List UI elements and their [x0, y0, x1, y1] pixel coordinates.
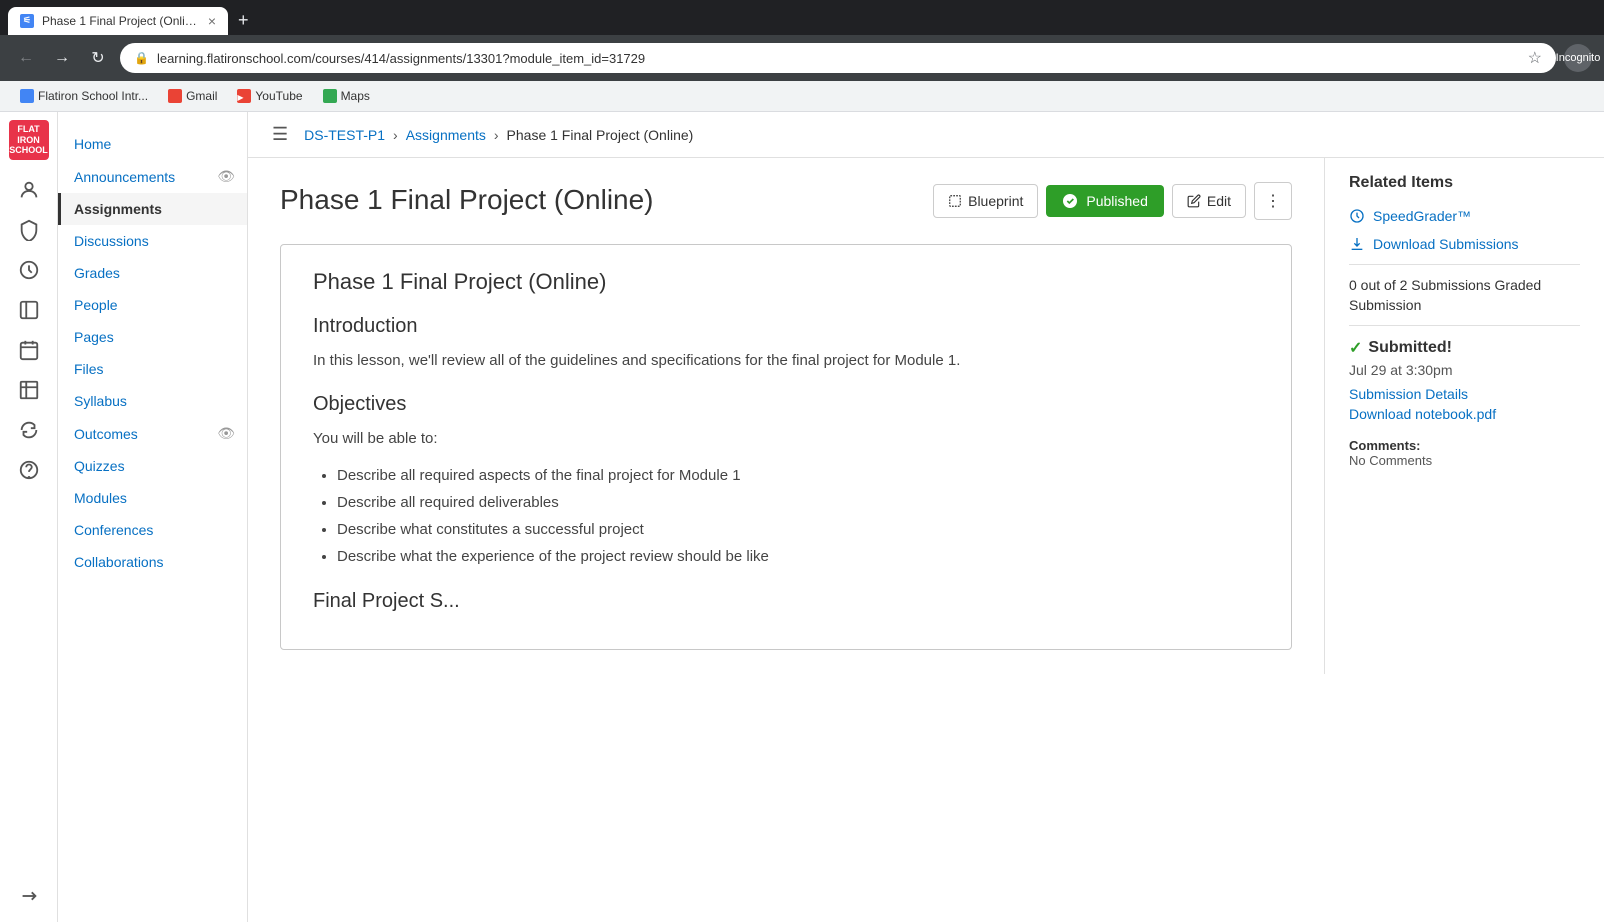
address-bar[interactable]: 🔒 learning.flatironschool.com/courses/41…	[120, 43, 1556, 73]
shield-icon-button[interactable]	[11, 212, 47, 248]
book-icon-button[interactable]	[11, 292, 47, 328]
final-section-heading: Final Project S...	[313, 590, 1259, 613]
nav-quizzes[interactable]: Quizzes	[58, 450, 247, 482]
outcomes-visibility-icon[interactable]: 👁	[217, 417, 247, 450]
bookmark-youtube[interactable]: ▶ YouTube	[229, 85, 310, 107]
blueprint-button[interactable]: Blueprint	[933, 184, 1038, 218]
sidebar-divider-2	[1349, 325, 1580, 326]
list-item: Describe all required aspects of the fin…	[337, 462, 1259, 489]
nav-outcomes-row: Outcomes 👁	[58, 417, 247, 450]
download-icon	[1349, 236, 1365, 252]
user-icon-button[interactable]	[11, 172, 47, 208]
assignment-main: Phase 1 Final Project (Online) Blueprint	[248, 158, 1324, 674]
arrow-icon-button[interactable]	[11, 878, 47, 914]
submitted-time: Jul 29 at 3:30pm	[1349, 362, 1580, 378]
more-options-button[interactable]: ⋮	[1254, 182, 1292, 220]
related-items-title: Related Items	[1349, 174, 1580, 192]
submissions-graded: 0 out of 2 Submissions Graded	[1349, 277, 1580, 293]
icon-sidebar: FLATIRONSCHOOL	[0, 112, 58, 922]
clock-icon-button[interactable]	[11, 252, 47, 288]
bookmark-favicon-flatiron	[20, 89, 34, 103]
list-item: Describe what the experience of the proj…	[337, 543, 1259, 570]
objectives-intro: You will be able to:	[313, 428, 1259, 451]
breadcrumb-current: Phase 1 Final Project (Online)	[507, 127, 694, 143]
objectives-heading: Objectives	[313, 393, 1259, 416]
right-sidebar: Related Items SpeedGrader™ Download Subm…	[1324, 158, 1604, 674]
nav-discussions[interactable]: Discussions	[58, 225, 247, 257]
published-check-icon	[1062, 193, 1078, 209]
announcements-visibility-icon[interactable]: 👁	[217, 160, 247, 193]
assignment-header: Phase 1 Final Project (Online) Blueprint	[280, 182, 1292, 220]
nav-grades[interactable]: Grades	[58, 257, 247, 289]
active-tab[interactable]: ⚟ Phase 1 Final Project (Online) ×	[8, 7, 228, 35]
bookmark-gmail[interactable]: Gmail	[160, 85, 225, 107]
submission-details-link[interactable]: Submission Details	[1349, 386, 1580, 402]
submission-label: Submission	[1349, 297, 1580, 313]
bookmark-star-icon[interactable]: ☆	[1528, 48, 1542, 68]
download-notebook-link[interactable]: Download notebook.pdf	[1349, 406, 1580, 422]
speedgrader-link[interactable]: SpeedGrader™	[1349, 208, 1580, 224]
new-tab-button[interactable]: +	[230, 6, 257, 35]
nav-outcomes[interactable]: Outcomes	[58, 418, 217, 450]
comments-none: No Comments	[1349, 453, 1580, 468]
tab-title: Phase 1 Final Project (Online)	[42, 14, 200, 28]
breadcrumb: ☰ DS-TEST-P1 › Assignments › Phase 1 Fin…	[248, 112, 1604, 158]
breadcrumb-section-link[interactable]: Assignments	[406, 127, 486, 143]
flatiron-logo[interactable]: FLATIRONSCHOOL	[9, 120, 49, 160]
nav-syllabus[interactable]: Syllabus	[58, 385, 247, 417]
nav-home[interactable]: Home	[58, 128, 247, 160]
download-submissions-link[interactable]: Download Submissions	[1349, 236, 1580, 252]
nav-conferences[interactable]: Conferences	[58, 514, 247, 546]
list-item: Describe all required deliverables	[337, 489, 1259, 516]
forward-button[interactable]: →	[48, 44, 76, 72]
bookmark-favicon-gmail	[168, 89, 182, 103]
comments-label: Comments:	[1349, 438, 1580, 453]
tab-favicon: ⚟	[20, 14, 34, 28]
chart-icon-button[interactable]	[11, 372, 47, 408]
blueprint-icon	[948, 194, 962, 208]
sidebar-divider	[1349, 264, 1580, 265]
help-icon-button[interactable]	[11, 452, 47, 488]
nav-announcements-row: Announcements 👁	[58, 160, 247, 193]
edit-icon	[1187, 194, 1201, 208]
edit-button[interactable]: Edit	[1172, 184, 1246, 218]
assignment-content-box: Phase 1 Final Project (Online) Introduct…	[280, 244, 1292, 650]
main-content: ☰ DS-TEST-P1 › Assignments › Phase 1 Fin…	[248, 112, 1604, 922]
bookmarks-bar: Flatiron School Intr... Gmail ▶ YouTube …	[0, 81, 1604, 112]
nav-announcements[interactable]: Announcements	[58, 161, 217, 193]
tab-close-button[interactable]: ×	[208, 13, 216, 29]
published-button[interactable]: Published	[1046, 185, 1164, 217]
nav-modules[interactable]: Modules	[58, 482, 247, 514]
bookmark-favicon-youtube: ▶	[237, 89, 251, 103]
back-button[interactable]: ←	[12, 44, 40, 72]
breadcrumb-course-link[interactable]: DS-TEST-P1	[304, 127, 385, 143]
submitted-check-icon: ✓	[1349, 338, 1362, 358]
nav-people[interactable]: People	[58, 289, 247, 321]
submitted-status: ✓ Submitted!	[1349, 338, 1580, 358]
assignment-actions: Blueprint Published	[933, 182, 1292, 220]
content-area: Phase 1 Final Project (Online) Blueprint	[248, 158, 1604, 674]
nav-sidebar: Home Announcements 👁 Assignments Discuss…	[58, 112, 248, 922]
profile-button[interactable]: Incognito	[1564, 44, 1592, 72]
speedgrader-icon	[1349, 208, 1365, 224]
intro-text: In this lesson, we'll review all of the …	[313, 350, 1259, 373]
reload-button[interactable]: ↻	[84, 44, 112, 72]
nav-pages[interactable]: Pages	[58, 321, 247, 353]
nav-assignments[interactable]: Assignments	[58, 193, 247, 225]
assignment-title: Phase 1 Final Project (Online)	[280, 182, 654, 218]
lock-icon: 🔒	[134, 51, 149, 65]
bookmark-favicon-maps	[323, 89, 337, 103]
calendar-icon-button[interactable]	[11, 332, 47, 368]
objectives-list: Describe all required aspects of the fin…	[337, 462, 1259, 570]
nav-collaborations[interactable]: Collaborations	[58, 546, 247, 578]
url-display: learning.flatironschool.com/courses/414/…	[157, 51, 1520, 66]
list-item: Describe what constitutes a successful p…	[337, 516, 1259, 543]
nav-files[interactable]: Files	[58, 353, 247, 385]
bookmark-flatiron[interactable]: Flatiron School Intr...	[12, 85, 156, 107]
refresh-icon-button[interactable]	[11, 412, 47, 448]
assignment-content-title: Phase 1 Final Project (Online)	[313, 269, 1259, 295]
menu-toggle-icon[interactable]: ☰	[272, 124, 288, 145]
bookmark-maps[interactable]: Maps	[315, 85, 378, 107]
intro-heading: Introduction	[313, 315, 1259, 338]
